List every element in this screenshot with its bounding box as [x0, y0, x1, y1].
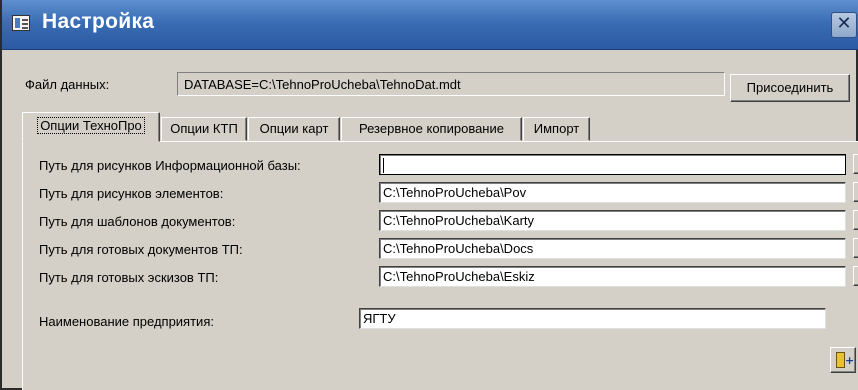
tab-label: Опции ТехноПро: [37, 117, 145, 134]
data-file-field[interactable]: DATABASE=C:\TehnoProUcheba\TehnoDat.mdt: [177, 72, 725, 96]
connect-button[interactable]: Присоединить: [730, 74, 850, 102]
enterprise-label: Наименование предприятия:: [39, 314, 214, 329]
exit-button[interactable]: +: [830, 347, 856, 373]
data-file-label: Файл данных:: [25, 77, 110, 92]
browse-button-infobase-images[interactable]: ...: [853, 154, 858, 174]
browse-button-ready-docs[interactable]: ...: [853, 238, 858, 258]
tab-ktp-options[interactable]: Опции КТП: [161, 117, 247, 141]
path-label-infobase-images: Путь для рисунков Информационной базы:: [39, 158, 301, 173]
tab-panel: Путь для рисунков Информационной базы: .…: [22, 141, 858, 390]
browse-button-element-images[interactable]: ...: [853, 182, 858, 202]
path-label-sketches: Путь для готовых эскизов ТП:: [39, 270, 219, 285]
path-label-templates: Путь для шаблонов документов:: [39, 214, 236, 229]
path-input-sketches[interactable]: C:\TehnoProUcheba\Eskiz: [379, 266, 846, 287]
close-button[interactable]: ✕: [831, 12, 857, 38]
arrow-icon: +: [845, 354, 855, 367]
browse-button-templates[interactable]: ...: [853, 210, 858, 230]
path-input-infobase-images[interactable]: [379, 154, 846, 175]
path-input-templates[interactable]: C:\TehnoProUcheba\Karty: [379, 210, 846, 231]
tab-technopro-options[interactable]: Опции ТехноПро: [22, 112, 160, 142]
tab-import[interactable]: Импорт: [523, 117, 590, 141]
tab-backup[interactable]: Резервное копирование: [341, 117, 522, 141]
enterprise-input[interactable]: ЯГТУ: [359, 308, 826, 329]
window-title: Настройка: [42, 10, 155, 33]
exit-door-icon: [836, 352, 845, 368]
form-icon: [12, 15, 30, 31]
path-label-ready-docs: Путь для готовых документов ТП:: [39, 242, 243, 257]
tab-card-options[interactable]: Опции карт: [248, 117, 340, 141]
path-input-element-images[interactable]: C:\TehnoProUcheba\Pov: [379, 182, 846, 203]
settings-window: Настройка ✕ Файл данных: DATABASE=C:\Teh…: [0, 0, 858, 390]
browse-button-sketches[interactable]: ...: [853, 266, 858, 286]
text-cursor: [383, 158, 384, 174]
title-bar[interactable]: Настройка ✕: [2, 0, 858, 50]
path-input-ready-docs[interactable]: C:\TehnoProUcheba\Docs: [379, 238, 846, 259]
path-label-element-images: Путь для рисунков элементов:: [39, 186, 224, 201]
